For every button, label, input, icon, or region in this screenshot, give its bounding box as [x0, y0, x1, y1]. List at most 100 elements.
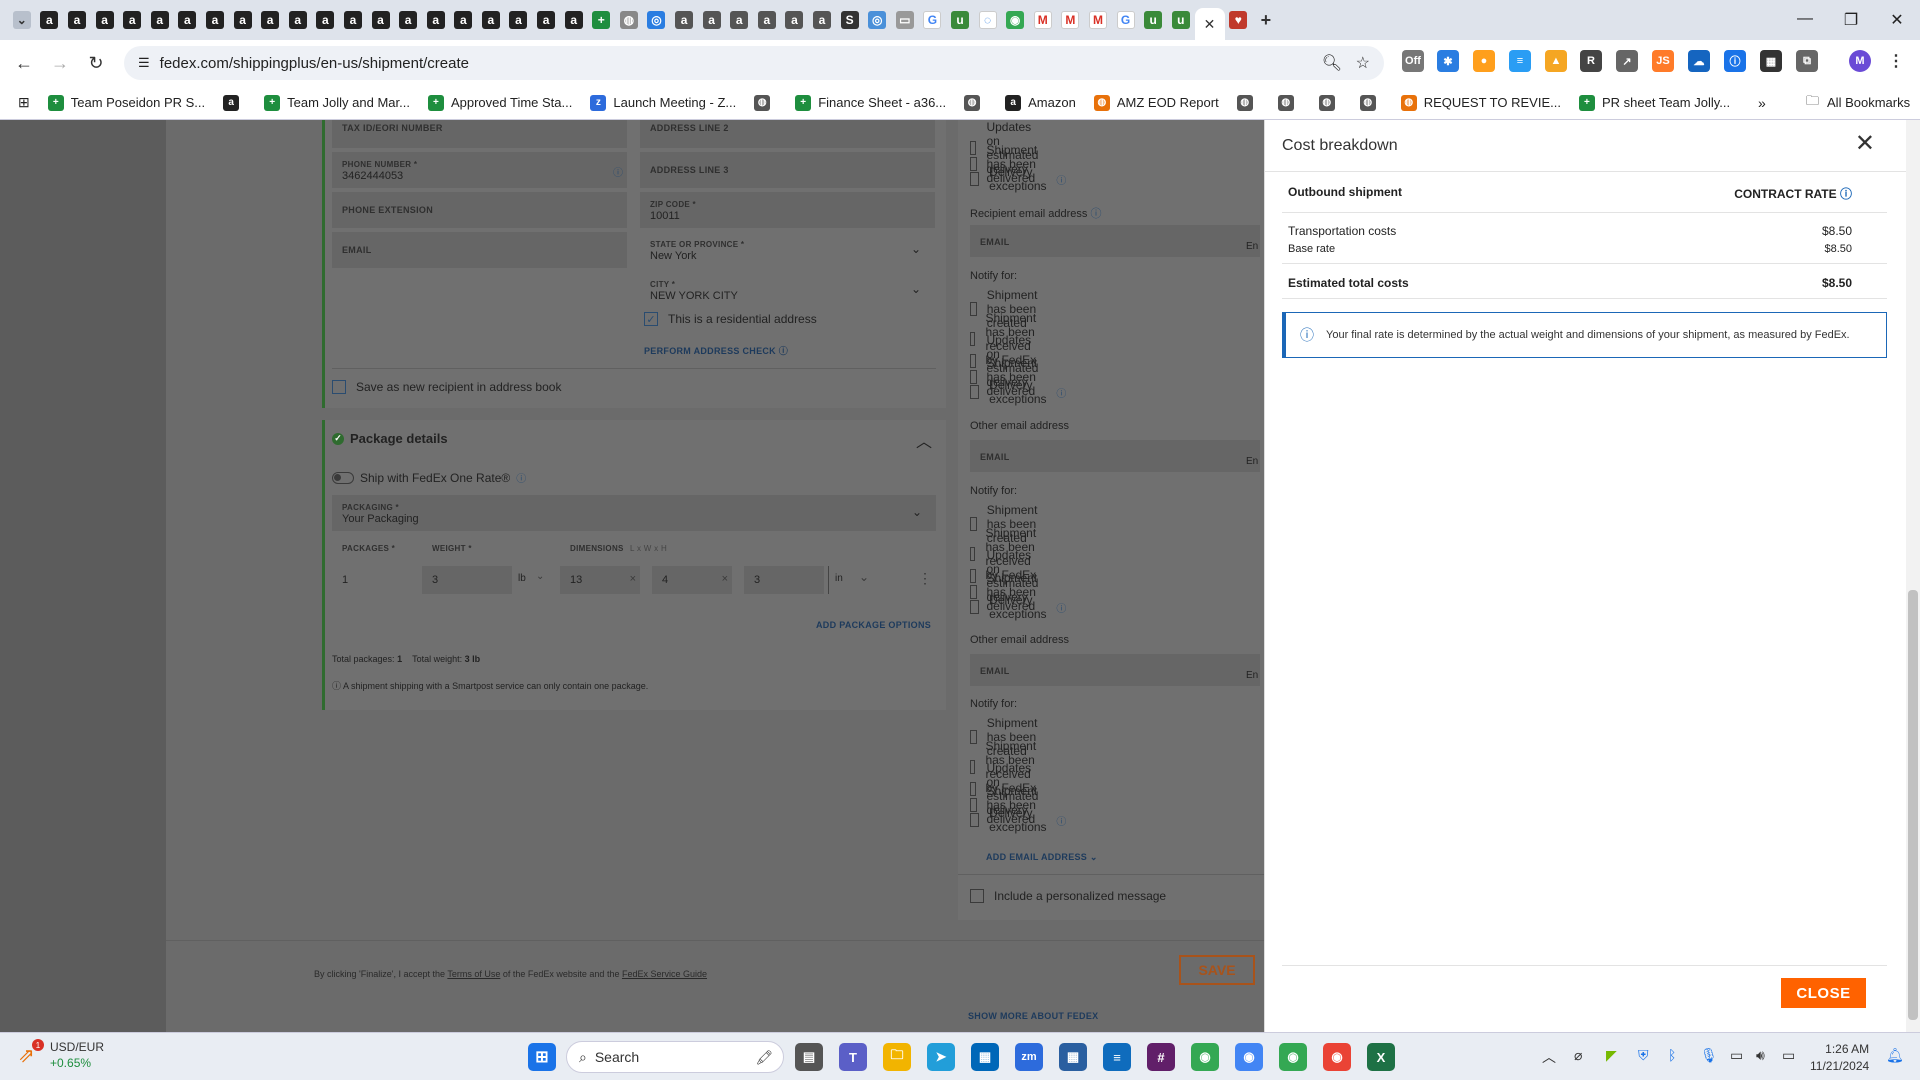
bookmark-item[interactable]: a — [223, 94, 246, 111]
amazon-tab-icon[interactable]: a — [150, 11, 169, 29]
address-line3-field[interactable]: ADDRESS LINE 3 — [640, 152, 935, 188]
save-recipient-checkbox[interactable]: Save as new recipient in address book — [332, 380, 561, 394]
tab-icon[interactable]: ▭ — [895, 11, 914, 29]
tax-id-field[interactable]: TAX ID/EORI NUMBER — [332, 120, 627, 148]
bluetooth-icon[interactable]: ᛒ — [1668, 1047, 1676, 1063]
extension-icon[interactable]: ▲ — [1545, 50, 1567, 72]
bookmark-item[interactable]: + Team Jolly and Mar... — [264, 94, 410, 111]
city-select[interactable]: CITY * NEW YORK CITY ⌄ — [640, 272, 935, 308]
active-tab[interactable]: ✕ — [1194, 8, 1225, 40]
notification-bell-icon[interactable]: 🔔︎ — [1886, 1047, 1904, 1064]
email-field[interactable]: EMAIL — [332, 232, 627, 268]
extension-icon[interactable]: ● — [1473, 50, 1495, 72]
omnibox[interactable]: ☰ fedex.com/shippingplus/en-us/shipment/… — [124, 46, 1384, 80]
notify-option-checkbox[interactable]: Delivery exceptions ⓘ — [970, 378, 1066, 406]
amazon-tab-icon[interactable]: a — [95, 11, 114, 29]
amazon-tab-icon[interactable]: a — [261, 11, 280, 29]
volume-icon[interactable]: 🔊︎ — [1756, 1047, 1765, 1064]
chrome-icon[interactable]: ◉ — [1191, 1043, 1219, 1071]
amazon-tab-icon[interactable]: a — [675, 11, 694, 29]
bookmark-item[interactable]: + Team Poseidon PR S... — [47, 94, 205, 111]
scrollbar[interactable] — [1906, 120, 1920, 1032]
display-icon[interactable]: ▭ — [1730, 1047, 1743, 1064]
teams-icon[interactable]: T — [839, 1043, 867, 1071]
bookmark-item[interactable]: ◍ AMZ EOD Report — [1093, 94, 1219, 111]
upwork-tab-icon[interactable]: u — [1144, 11, 1163, 29]
packaging-select[interactable]: PACKAGING * Your Packaging ⌄ — [332, 495, 936, 531]
save-button[interactable]: SAVE — [1179, 955, 1255, 985]
package-details-header[interactable]: ✓ Package details — [332, 431, 448, 446]
terms-of-use-link[interactable]: Terms of Use — [447, 969, 500, 979]
shield-icon[interactable]: ⛨ — [1638, 1047, 1649, 1064]
google-tab-icon[interactable]: G — [923, 11, 942, 29]
add-package-options-link[interactable]: ADD PACKAGE OPTIONS — [816, 620, 931, 630]
other-email-field[interactable]: EMAIL En — [970, 440, 1260, 472]
file-explorer-icon[interactable]: 🗀 — [883, 1043, 911, 1071]
packages-field[interactable]: PACKAGES * 1 — [332, 540, 418, 594]
extension-icon[interactable]: ▦ — [1760, 50, 1782, 72]
more-options-icon[interactable]: ⋮ — [918, 570, 932, 587]
help-icon[interactable]: ⓘ — [516, 470, 526, 485]
chrome-icon[interactable]: ◉ — [1235, 1043, 1263, 1071]
amazon-tab-icon[interactable]: a — [785, 11, 804, 29]
minimize-icon[interactable]: — — [1795, 10, 1815, 28]
nvidia-icon[interactable]: ◤ — [1606, 1047, 1617, 1064]
chrome-tab-icon[interactable]: ◉ — [1006, 11, 1025, 29]
extension-icon[interactable]: ↗ — [1616, 50, 1638, 72]
chrome-icon[interactable]: ◉ — [1279, 1043, 1307, 1071]
bookmark-item[interactable]: ◍ REQUEST TO REVIE... — [1400, 94, 1561, 111]
bookmark-item[interactable]: + Finance Sheet - a36... — [795, 94, 946, 111]
amazon-tab-icon[interactable]: a — [316, 11, 335, 29]
slack-icon[interactable]: # — [1147, 1043, 1175, 1071]
bookmark-item[interactable]: ◍ — [1236, 94, 1260, 111]
tab-search-icon[interactable]: ⌄ — [12, 11, 31, 29]
dim-unit-select[interactable]: in ⌄ — [828, 566, 878, 594]
s-tab-icon[interactable]: S — [840, 11, 859, 29]
google-tab-icon[interactable]: G — [1116, 11, 1135, 29]
windows-start-icon[interactable]: ⊞ — [528, 1043, 556, 1071]
height-field[interactable]: 3 — [744, 566, 824, 594]
amazon-tab-icon[interactable]: a — [343, 11, 362, 29]
extensions-puzzle-icon[interactable]: ⧉ — [1796, 50, 1818, 72]
web-tab-icon[interactable]: ◎ — [868, 11, 887, 29]
scrollbar-thumb[interactable] — [1908, 590, 1918, 1020]
menu-kebab-icon[interactable]: ⋮ — [1885, 50, 1907, 72]
web-tab-icon[interactable]: ◎ — [647, 11, 666, 29]
amazon-tab-icon[interactable]: a — [123, 11, 142, 29]
amazon-tab-icon[interactable]: a — [205, 11, 224, 29]
apps-grid-icon[interactable]: ⊞ — [18, 94, 30, 111]
amazon-tab-icon[interactable]: a — [481, 11, 500, 29]
extension-icon[interactable]: ☁ — [1688, 50, 1710, 72]
store-icon[interactable]: ▦ — [971, 1043, 999, 1071]
excel-icon[interactable]: X — [1367, 1043, 1395, 1071]
one-rate-toggle[interactable]: Ship with FedEx One Rate® ⓘ — [332, 470, 526, 485]
amazon-tab-icon[interactable]: a — [813, 11, 832, 29]
state-select[interactable]: STATE OR PROVINCE * New York ⌄ — [640, 232, 935, 268]
bookmark-item[interactable]: ◍ — [964, 94, 987, 111]
reload-icon[interactable]: ↻ — [84, 51, 108, 75]
restore-icon[interactable]: ❐ — [1841, 10, 1861, 30]
amazon-tab-icon[interactable]: a — [399, 11, 418, 29]
service-guide-link[interactable]: FedEx Service Guide — [622, 969, 707, 979]
battery-icon[interactable]: ▭ — [1782, 1047, 1795, 1064]
chrome-icon[interactable]: ◉ — [1323, 1043, 1351, 1071]
calculator-icon[interactable]: ▦ — [1059, 1043, 1087, 1071]
help-icon[interactable]: ⓘ — [1056, 172, 1066, 187]
help-icon[interactable]: ⓘ — [779, 346, 788, 356]
amazon-tab-icon[interactable]: a — [233, 11, 252, 29]
amazon-tab-icon[interactable]: a — [178, 11, 197, 29]
help-icon[interactable]: ⓘ — [613, 164, 623, 179]
gmail-tab-icon[interactable]: M — [1061, 11, 1080, 29]
help-icon[interactable]: ⓘ — [1056, 600, 1066, 615]
amazon-tab-icon[interactable]: a — [67, 11, 86, 29]
extension-icon[interactable]: JS — [1652, 50, 1674, 72]
zoom-icon[interactable]: 🔍︎ — [1322, 53, 1342, 73]
notify-option-checkbox[interactable]: Delivery exceptions ⓘ — [970, 806, 1066, 834]
chevron-up-icon[interactable]: ︿ — [916, 428, 932, 452]
amazon-tab-icon[interactable]: a — [564, 11, 583, 29]
extension-icon[interactable]: ✱ — [1437, 50, 1459, 72]
amazon-tab-icon[interactable]: a — [288, 11, 307, 29]
taskbar-search[interactable]: ⌕ Search 🖍︎ — [566, 1041, 784, 1073]
show-more-link[interactable]: SHOW MORE ABOUT FEDEX — [968, 1011, 1098, 1021]
help-icon[interactable]: ⓘ — [1056, 813, 1066, 828]
